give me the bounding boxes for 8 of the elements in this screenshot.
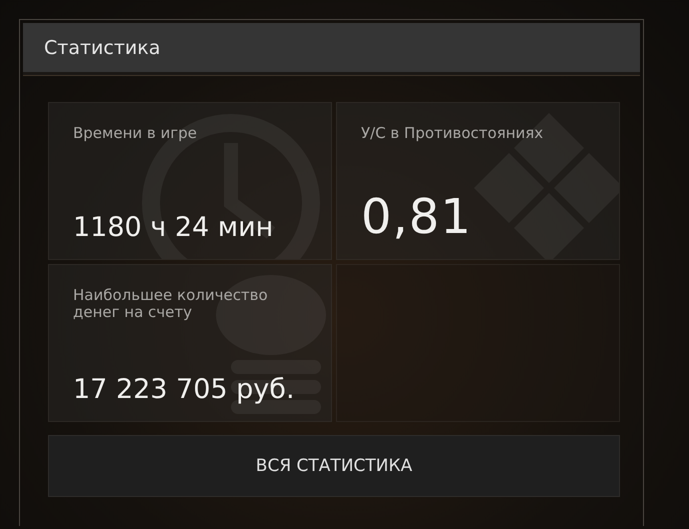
stat-value: 17 223 705 руб. (73, 374, 296, 405)
stat-label: У/С в Противостояниях (361, 125, 544, 142)
stat-label: Наибольшее количество денег на счету (73, 287, 269, 321)
stat-label: Времени в игре (73, 125, 198, 142)
panel-title: Статистика (44, 36, 160, 58)
all-statistics-button[interactable]: ВСЯ СТАТИСТИКА (48, 435, 620, 497)
stat-value: 0,81 (361, 189, 473, 245)
stat-value: 1180 ч 24 мин (73, 212, 274, 243)
